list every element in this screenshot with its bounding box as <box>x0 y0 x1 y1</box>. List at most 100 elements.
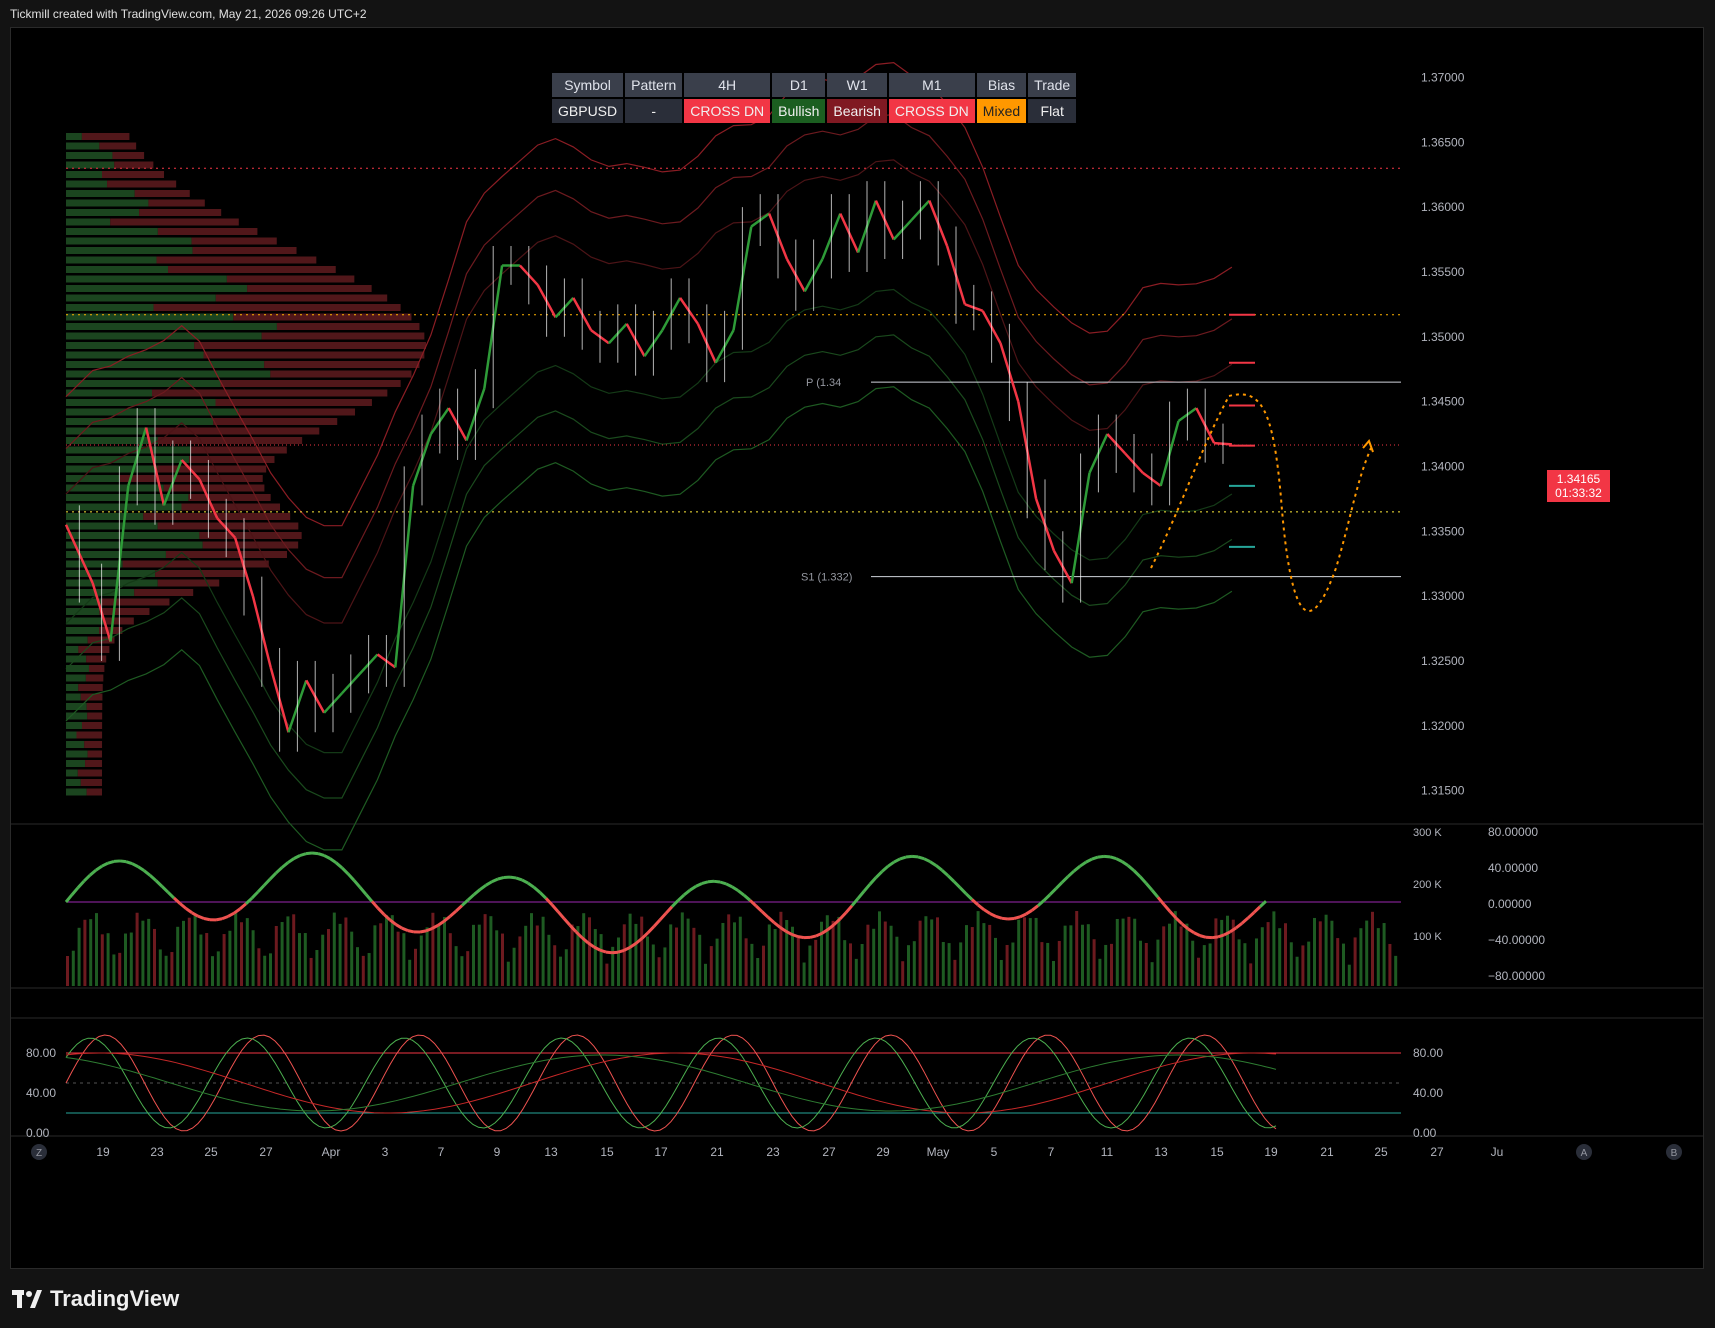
volume-bar <box>361 955 365 986</box>
volume-bar <box>738 916 742 986</box>
time-tick-label: 15 <box>600 1145 614 1159</box>
profile-bar-buy <box>66 598 102 606</box>
profile-bar-sell <box>203 351 425 359</box>
momentum-segment <box>862 883 872 893</box>
volume-bar <box>854 958 858 986</box>
momentum-segment <box>89 868 97 877</box>
profile-bar-sell <box>99 142 137 150</box>
profile-bar-sell <box>156 256 317 264</box>
volume-bar <box>976 911 980 986</box>
momentum-segment <box>1199 934 1207 939</box>
volume-bar <box>541 916 545 986</box>
momentum-segment <box>268 872 278 881</box>
momentum-segment <box>1048 887 1058 896</box>
momentum-segment <box>599 948 607 954</box>
profile-bar-sell <box>110 218 239 226</box>
momentum-segment <box>905 854 913 859</box>
volume-bar <box>512 947 516 986</box>
axis-button-label: A <box>1581 1148 1588 1159</box>
profile-bar-buy <box>66 209 140 216</box>
profile-bar-sell <box>264 361 420 368</box>
momentum-segment <box>346 872 356 882</box>
volume-bar <box>1388 943 1392 986</box>
volume-bar <box>466 951 470 986</box>
tradingview-logo-icon <box>12 1288 42 1310</box>
momentum-segment <box>1097 854 1105 859</box>
volume-bar <box>344 917 348 986</box>
volume-bar <box>524 925 528 986</box>
momentum-segment <box>154 879 164 888</box>
volume-bar <box>425 927 429 986</box>
volume-bar <box>895 936 899 986</box>
volume-bar <box>878 911 881 986</box>
momentum-segment <box>311 851 319 856</box>
volume-bar <box>187 917 191 986</box>
volume-bar <box>1046 942 1050 986</box>
time-tick-label: 19 <box>1264 1145 1278 1159</box>
volume-bar <box>501 933 504 986</box>
volume-bar <box>66 956 69 986</box>
momentum-segment <box>1150 889 1160 899</box>
volume-bar <box>1318 921 1322 986</box>
momentum-segment <box>256 884 266 893</box>
momentum-segment <box>1127 864 1135 872</box>
tradingview-logo[interactable]: TradingView <box>12 1286 179 1312</box>
volume-bar <box>1069 925 1073 986</box>
volume-bar <box>141 920 145 986</box>
momentum-segment <box>946 874 956 883</box>
momentum-segment <box>107 859 115 865</box>
profile-bar-buy <box>66 161 115 169</box>
momentum-segment <box>731 885 739 892</box>
momentum-segment <box>460 898 470 907</box>
volume-bar <box>390 915 394 986</box>
volume-bar <box>1144 942 1148 986</box>
volume-bar <box>112 954 116 986</box>
profile-bar-buy <box>66 560 123 568</box>
profile-bar-buy <box>66 760 86 767</box>
volume-bar <box>831 920 835 986</box>
volume-bar <box>170 952 174 986</box>
profile-bar-sell <box>226 275 355 283</box>
momentum-segment <box>358 886 368 896</box>
momentum-segment <box>287 857 295 864</box>
momentum-segment <box>197 914 205 920</box>
momentum-segment <box>743 893 751 902</box>
price-axis: 1.37000 1.36500 1.36000 1.35500 1.35000 1.345… <box>1421 70 1465 797</box>
price-tick-label: 1.33000 <box>1421 589 1465 603</box>
volume-bar <box>1330 920 1334 986</box>
volume-bar <box>750 943 754 986</box>
profile-bar-sell <box>220 380 401 387</box>
volume-bar <box>182 920 185 986</box>
momentum-segment <box>989 912 997 918</box>
profile-bar-buy <box>66 228 158 235</box>
chart-frame[interactable]: P (1.34 S1 (1.332) 1.37000 1.36500 1.36000 1… <box>10 27 1704 1269</box>
profile-bar-buy <box>66 513 144 520</box>
axis-button-label: Z <box>36 1148 42 1159</box>
momentum-segment <box>617 948 625 954</box>
volume-bar <box>408 959 412 986</box>
momentum-segment <box>233 907 241 915</box>
momentum-segment <box>376 907 386 916</box>
volume-bar <box>274 925 278 986</box>
profile-bar-buy <box>66 750 88 758</box>
volume-bar <box>599 934 603 986</box>
momentum-segment <box>983 908 991 915</box>
profile-bar-buy <box>66 256 157 264</box>
volume-bar <box>158 949 162 986</box>
volume-bar <box>1255 938 1258 986</box>
profile-bar-sell <box>215 399 372 406</box>
profile-bar-sell <box>86 655 107 663</box>
volume-bar <box>918 920 922 986</box>
volume-bar <box>796 935 800 986</box>
volume-bar <box>1278 928 1282 986</box>
forecast-curve <box>1228 393 1372 612</box>
volume-bar <box>686 918 690 986</box>
volume-bar <box>367 953 371 986</box>
volume-bar <box>321 934 325 986</box>
chart-canvas[interactable]: P (1.34S1 (1.332) 1.370001.365001.360001… <box>11 28 1703 1268</box>
volume-bar <box>448 933 452 986</box>
momentum-segment <box>797 935 805 940</box>
profile-bar-sell <box>134 589 194 596</box>
momentum-segment <box>95 864 103 872</box>
volume-bar <box>1313 917 1316 986</box>
